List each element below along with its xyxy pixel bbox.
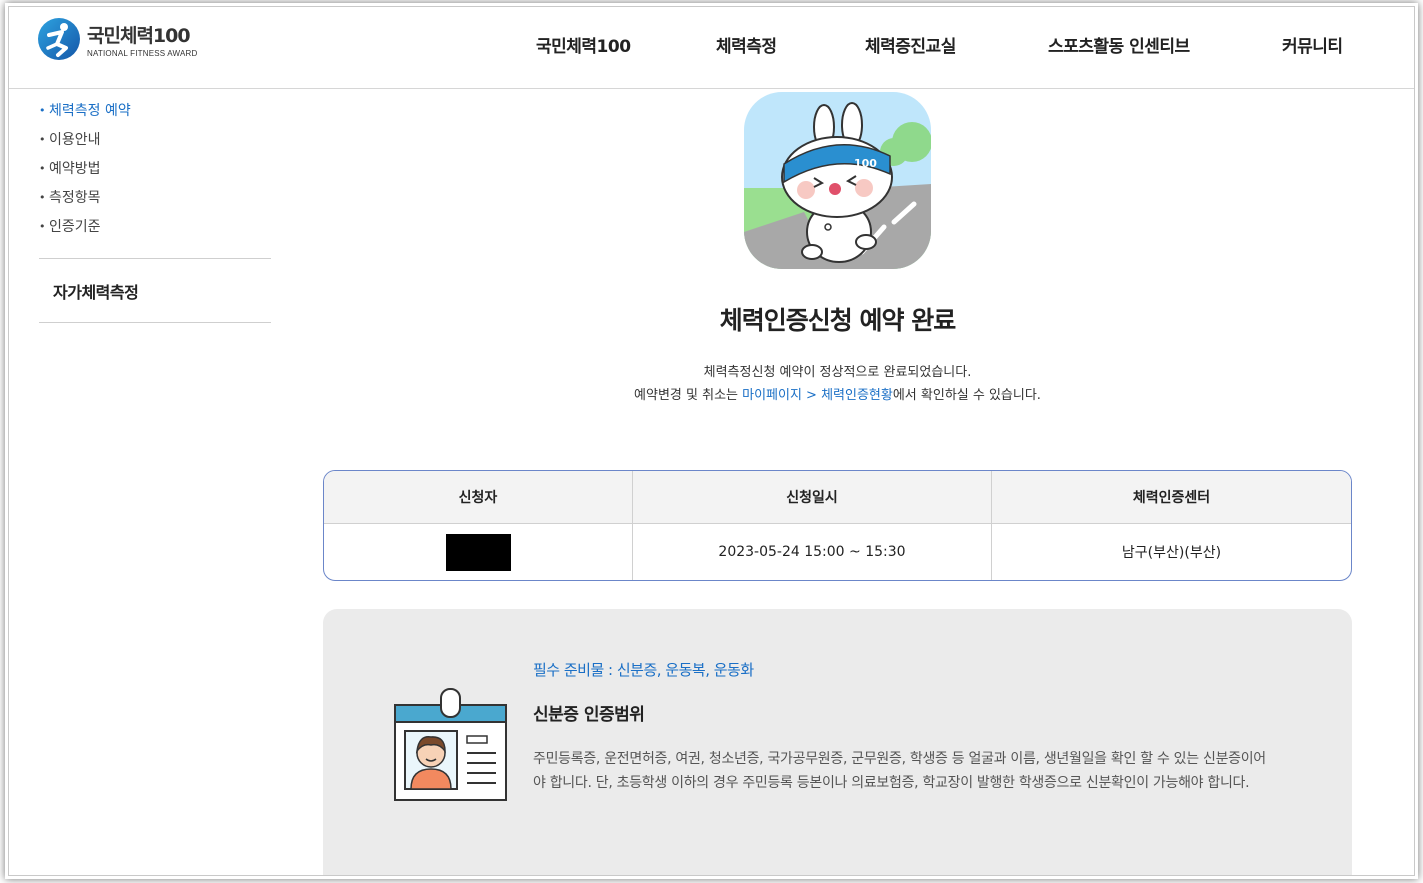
mypage-link[interactable]: 마이페이지 > 체력인증현황 bbox=[742, 388, 893, 403]
table-header-applicant: 신청자 bbox=[324, 471, 633, 523]
id-range-description: 주민등록증, 운전면허증, 여권, 청소년증, 국가공무원증, 군무원증, 학생… bbox=[533, 751, 1266, 791]
nav-item-fitness-test[interactable]: 체력측정 bbox=[716, 32, 777, 57]
redacted-applicant-name bbox=[445, 533, 511, 571]
completion-message: 체력측정신청 예약이 정상적으로 완료되었습니다. bbox=[703, 365, 972, 380]
site-header: 국민체력100 NATIONAL FITNESS AWARD 국민체력100 체… bbox=[9, 7, 1414, 89]
center-cell: 남구(부산)(부산) bbox=[1121, 545, 1222, 561]
nav-item-sports-incentive[interactable]: 스포츠활동 인센티브 bbox=[1048, 32, 1190, 57]
nav-item-national-fitness[interactable]: 국민체력100 bbox=[536, 32, 631, 57]
sidebar-item-test-items[interactable]: 측정항목 bbox=[39, 188, 271, 217]
message-text: 에서 확인하실 수 있습니다. bbox=[892, 388, 1041, 403]
sidebar: 체력측정 예약 이용안내 예약방법 측정항목 인증기준 자가체력측정 bbox=[39, 101, 271, 323]
nav-item-fitness-class[interactable]: 체력증진교실 bbox=[865, 32, 956, 57]
sidebar-item-self-test[interactable]: 자가체력측정 bbox=[39, 259, 271, 322]
bunny-mascot-icon: 100 bbox=[744, 92, 931, 269]
id-notice-box: 필수 준비물 : 신분증, 운동복, 운동화 신분증 인증범위 주민등록증, 운… bbox=[323, 609, 1352, 875]
sidebar-item-reservation[interactable]: 체력측정 예약 bbox=[39, 101, 271, 130]
sidebar-item-how-to-reserve[interactable]: 예약방법 bbox=[39, 159, 271, 188]
table-header-center: 체력인증센터 bbox=[1132, 490, 1211, 506]
page-title: 체력인증신청 예약 완료 bbox=[719, 306, 956, 335]
sidebar-item-criteria[interactable]: 인증기준 bbox=[39, 217, 271, 246]
table-row: 2023-05-24 15:00 ~ 15:30 남구(부산)(부산) bbox=[324, 524, 1351, 580]
sidebar-item-guide[interactable]: 이용안내 bbox=[39, 130, 271, 159]
mascot-badge: 100 bbox=[854, 157, 877, 170]
change-cancel-message: 예약변경 및 취소는 마이페이지 > 체력인증현황에서 확인하실 수 있습니다. bbox=[323, 384, 1352, 403]
table-header-datetime: 신청일시 bbox=[633, 471, 992, 523]
reservation-table: 신청자 신청일시 체력인증센터 2023-05-24 15:00 ~ 15:30… bbox=[323, 470, 1352, 581]
applicant-cell bbox=[324, 524, 633, 580]
table-header-row: 신청자 신청일시 체력인증센터 bbox=[324, 471, 1351, 524]
id-card-icon bbox=[394, 688, 507, 801]
page-frame: 국민체력100 NATIONAL FITNESS AWARD 국민체력100 체… bbox=[8, 6, 1415, 876]
global-nav: 국민체력100 체력측정 체력증진교실 스포츠활동 인센티브 커뮤니티 bbox=[9, 32, 1414, 57]
nav-item-community[interactable]: 커뮤니티 bbox=[1282, 32, 1343, 57]
sidebar-divider bbox=[39, 322, 271, 323]
datetime-cell: 2023-05-24 15:00 ~ 15:30 bbox=[633, 524, 992, 580]
message-text: 예약변경 및 취소는 bbox=[634, 388, 743, 403]
id-range-title: 신분증 인증범위 bbox=[533, 705, 645, 725]
required-items: 필수 준비물 : 신분증, 운동복, 운동화 bbox=[533, 661, 754, 679]
sidebar-sub-menu: 체력측정 예약 이용안내 예약방법 측정항목 인증기준 bbox=[39, 101, 271, 246]
mascot-image: 100 bbox=[744, 92, 931, 269]
